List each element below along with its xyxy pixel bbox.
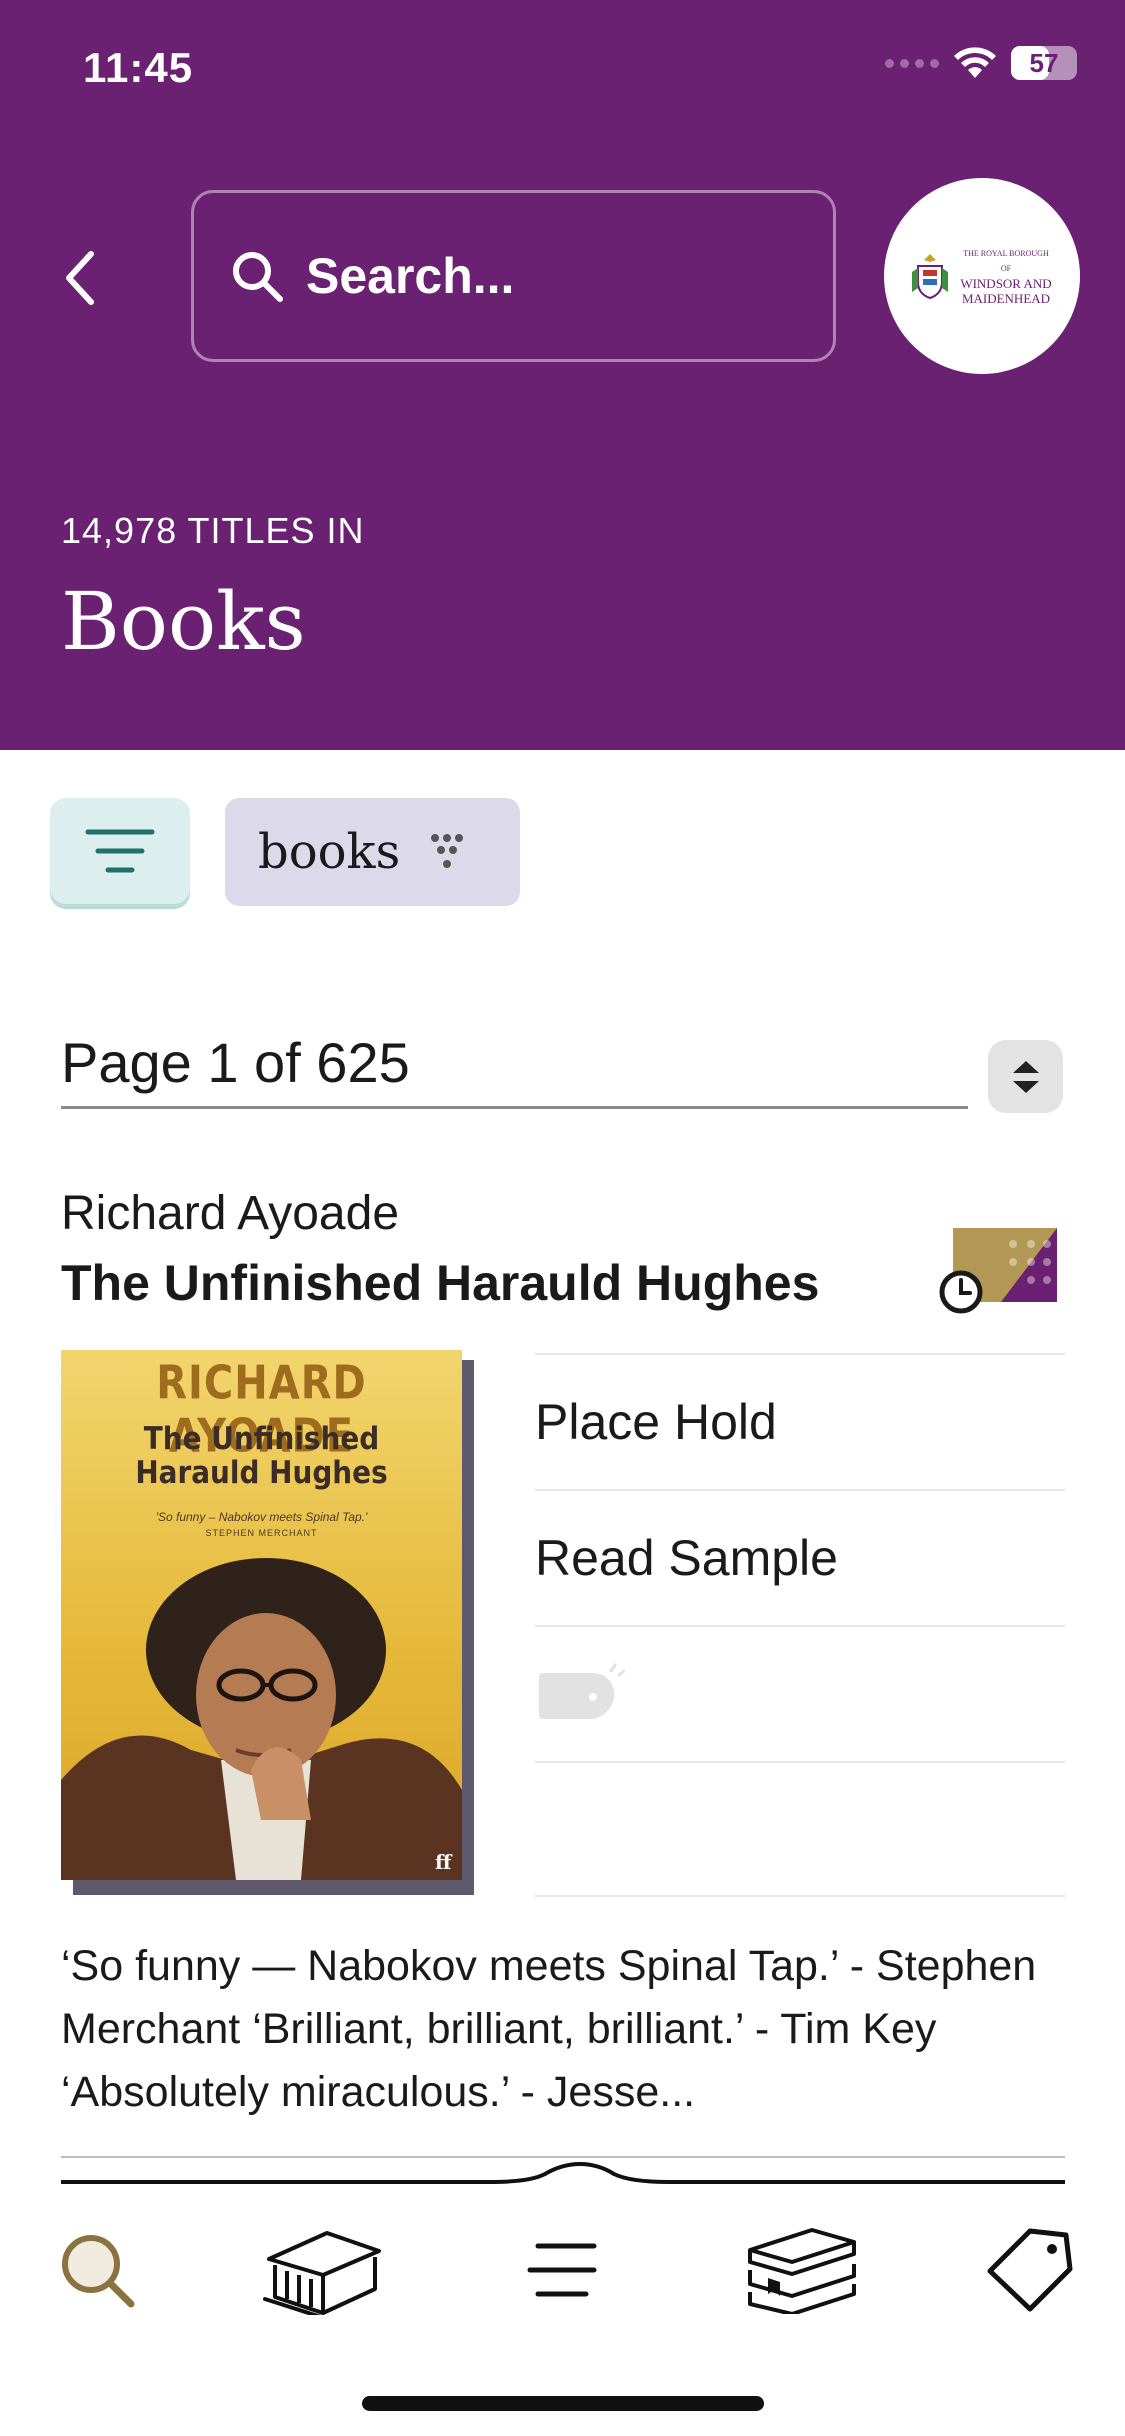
filter-lines-icon [85,829,155,873]
library-building-icon [263,2231,381,2315]
cover-image: RICHARD AYOADE The Unfinished Harauld Hu… [61,1350,462,1880]
cover-quote: 'So funny – Nabokov meets Spinal Tap.' [155,1510,368,1524]
tag-icon [987,2228,1073,2312]
page-selector[interactable]: Page 1 of 625 [61,1023,968,1109]
tab-library[interactable] [258,2210,388,2330]
sort-up-down-icon [1012,1060,1039,1093]
menu-lines-icon [527,2243,597,2297]
battery-level: 57 [1029,48,1059,78]
place-hold-label: Place Hold [535,1394,777,1450]
stacked-books-icon [748,2228,856,2314]
book-author[interactable]: Richard Ayoade [61,1186,399,1241]
titles-count: 14,978 TITLES IN [61,510,365,551]
page-title: Books [61,575,306,668]
search-placeholder: Search... [306,248,515,304]
search-icon [233,252,283,302]
library-logo-text: THE ROYAL BOROUGH OF WINDSOR AND MAIDENH… [960,249,1052,306]
book-actions: Place Hold Read Sample [535,1353,1065,1897]
magnifier-icon [62,2235,135,2308]
tab-menu[interactable] [497,2210,627,2330]
empty-action-row [535,1761,1065,1897]
cover-title: The Unfinished Harauld Hughes [135,1421,388,1491]
search-input[interactable]: Search... [191,190,836,362]
filter-chip-books[interactable]: books [225,798,520,906]
status-time: 11:45 [83,44,194,91]
page-toggle-button[interactable] [988,1040,1063,1113]
read-sample-button[interactable]: Read Sample [535,1489,1065,1625]
tab-bar [0,2210,1125,2330]
coat-of-arms-icon [912,254,948,300]
publisher-logo: ff [435,1850,452,1874]
back-button[interactable] [56,248,104,308]
library-logo[interactable]: THE ROYAL BOROUGH OF WINDSOR AND MAIDENH… [884,178,1080,374]
header: 11:45 57 Search... THE ROYAL BOROUGH OF … [0,0,1125,750]
page-indicator: Page 1 of 625 [61,1031,410,1094]
funnel-dots-icon [431,834,464,868]
book-cover[interactable]: RICHARD AYOADE The Unfinished Harauld Hu… [61,1350,474,1895]
tabbar-divider [61,2161,1065,2184]
filter-button[interactable] [50,798,190,904]
tag-icon [539,1663,625,1719]
tab-search[interactable] [32,2210,162,2330]
signal-icon [885,58,939,68]
home-indicator[interactable] [362,2396,764,2411]
ebook-audiobook-badge-icon [939,1228,1057,1314]
tag-button[interactable] [535,1625,1065,1761]
place-hold-button[interactable]: Place Hold [535,1353,1065,1489]
filter-chip-label: books [258,824,401,880]
book-title[interactable]: The Unfinished Harauld Hughes [61,1254,819,1312]
book-description[interactable]: ‘So funny — Nabokov meets Spinal Tap.’ -… [61,1935,1071,2124]
status-icons: 57 [885,46,1077,80]
battery-icon: 57 [1011,46,1077,80]
read-sample-label: Read Sample [535,1530,838,1586]
wifi-icon [954,47,996,78]
chevron-left-icon [66,251,94,305]
tab-tags[interactable] [964,2210,1094,2330]
cover-quoter: STEPHEN MERCHANT [205,1528,318,1538]
tab-shelf[interactable] [737,2210,867,2330]
